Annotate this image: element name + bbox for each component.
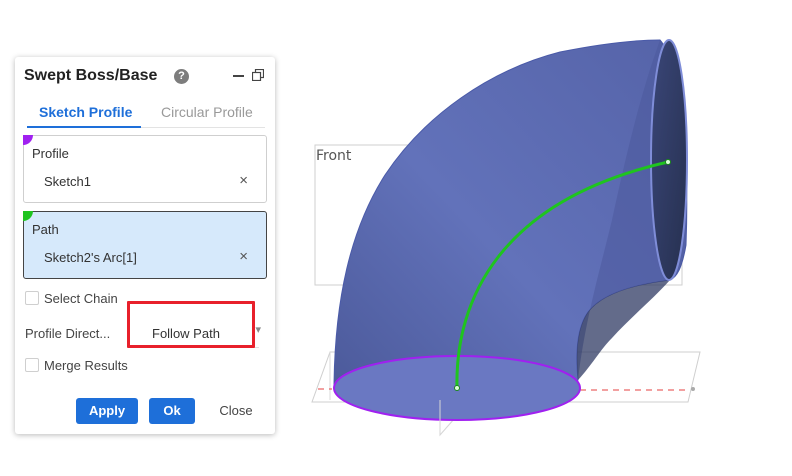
merge-results-label: Merge Results — [44, 358, 128, 373]
clear-path-icon[interactable]: × — [239, 249, 248, 264]
path-value: Sketch2's Arc[1] — [44, 250, 137, 265]
select-chain-label: Select Chain — [44, 291, 118, 306]
profile-tabs: Sketch Profile Circular Profile — [27, 104, 265, 128]
axis-end-point — [691, 387, 695, 391]
highlight-annotation — [127, 301, 255, 348]
clear-profile-icon[interactable]: × — [239, 173, 248, 188]
path-start-point[interactable] — [454, 385, 460, 391]
path-color-tag — [23, 211, 33, 221]
merge-results-checkbox[interactable] — [25, 358, 39, 372]
tab-sketch-profile[interactable]: Sketch Profile — [39, 104, 132, 120]
apply-button[interactable]: Apply — [76, 398, 138, 424]
ok-button[interactable]: Ok — [149, 398, 195, 424]
restore-window-icon[interactable] — [252, 69, 264, 81]
swept-boss-base-panel: Swept Boss/Base ? Sketch Profile Circula… — [15, 57, 275, 434]
profile-color-tag — [23, 135, 33, 145]
chevron-down-icon[interactable]: ▾ — [255, 323, 261, 336]
front-plane-label: Front — [316, 148, 352, 164]
swept-body[interactable] — [333, 39, 688, 421]
tab-circular-profile[interactable]: Circular Profile — [161, 104, 253, 120]
close-button[interactable]: Close — [213, 398, 259, 424]
profile-direction-label: Profile Direct... — [25, 326, 111, 341]
active-tab-indicator — [27, 126, 141, 128]
panel-header: Swept Boss/Base ? — [24, 66, 266, 86]
select-chain-checkbox[interactable] — [25, 291, 39, 305]
path-label: Path — [32, 222, 59, 237]
profile-value: Sketch1 — [44, 174, 91, 189]
minimize-icon[interactable] — [233, 75, 244, 77]
profile-selection-box[interactable]: Profile Sketch1 × — [23, 135, 267, 203]
path-selection-box[interactable]: Path Sketch2's Arc[1] × — [23, 211, 267, 279]
profile-label: Profile — [32, 146, 69, 161]
panel-title: Swept Boss/Base — [24, 67, 158, 84]
path-end-point[interactable] — [665, 159, 671, 165]
help-icon[interactable]: ? — [174, 69, 189, 84]
